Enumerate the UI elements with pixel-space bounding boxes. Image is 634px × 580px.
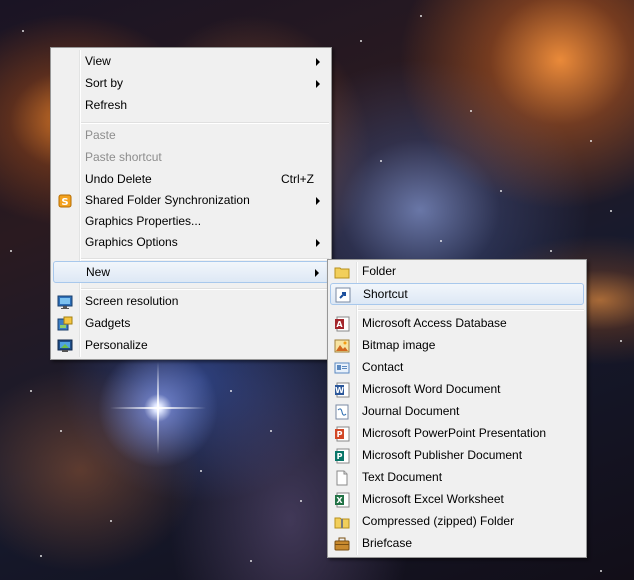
submenu-item-briefcase[interactable]: Briefcase — [330, 533, 584, 555]
submenu-item-contact[interactable]: Contact — [330, 357, 584, 379]
submenu-arrow-icon — [316, 80, 320, 88]
menu-item-label: Briefcase — [362, 536, 413, 550]
menu-item-label: Microsoft PowerPoint Presentation — [362, 426, 547, 440]
submenu-arrow-icon — [316, 197, 320, 205]
shortcut-icon — [335, 287, 351, 303]
folder-icon — [334, 264, 350, 280]
menu-item-accelerator: Ctrl+Z — [281, 172, 314, 186]
submenu-arrow-icon — [316, 239, 320, 247]
menu-item-shared-folder-sync[interactable]: S Shared Folder Synchronization — [53, 190, 329, 212]
screen-resolution-icon — [57, 294, 73, 310]
contact-icon — [334, 360, 350, 376]
powerpoint-icon: P — [334, 426, 350, 442]
new-submenu: Folder Shortcut A Microsoft Access Datab… — [327, 259, 587, 558]
submenu-item-folder[interactable]: Folder — [330, 261, 584, 283]
svg-text:P: P — [337, 452, 343, 461]
menu-item-label: Gadgets — [85, 316, 131, 330]
menu-item-label: Compressed (zipped) Folder — [362, 514, 515, 528]
menu-item-label: Personalize — [85, 338, 148, 352]
menu-item-label: Screen resolution — [85, 294, 179, 308]
submenu-item-word-document[interactable]: W Microsoft Word Document — [330, 379, 584, 401]
personalize-icon — [57, 338, 73, 354]
menu-item-personalize[interactable]: Personalize — [53, 335, 329, 357]
menu-item-label: Microsoft Access Database — [362, 316, 507, 330]
submenu-item-powerpoint-presentation[interactable]: P Microsoft PowerPoint Presentation — [330, 423, 584, 445]
menu-item-label: Paste shortcut — [85, 150, 162, 164]
submenu-item-publisher-document[interactable]: P Microsoft Publisher Document — [330, 445, 584, 467]
menu-item-view[interactable]: View — [53, 51, 329, 73]
word-icon: W — [334, 382, 350, 398]
submenu-item-access-database[interactable]: A Microsoft Access Database — [330, 313, 584, 335]
zip-folder-icon — [334, 514, 350, 530]
submenu-item-journal-document[interactable]: Journal Document — [330, 401, 584, 423]
menu-item-graphics-options[interactable]: Graphics Options — [53, 232, 329, 254]
menu-item-undo-delete[interactable]: Undo Delete Ctrl+Z — [53, 169, 329, 191]
svg-text:P: P — [337, 430, 343, 439]
menu-item-label: View — [85, 54, 111, 68]
submenu-arrow-icon — [316, 58, 320, 66]
text-document-icon — [334, 470, 350, 486]
menu-item-label: Contact — [362, 360, 404, 374]
menu-item-label: Journal Document — [362, 404, 460, 418]
menu-separator — [358, 309, 584, 311]
svg-text:X: X — [336, 496, 343, 505]
svg-text:W: W — [335, 386, 344, 395]
access-icon: A — [334, 316, 350, 332]
submenu-item-excel-worksheet[interactable]: X Microsoft Excel Worksheet — [330, 489, 584, 511]
excel-icon: X — [334, 492, 350, 508]
menu-separator — [81, 288, 329, 290]
menu-item-label: Text Document — [362, 470, 443, 484]
shared-folder-sync-icon: S — [57, 193, 73, 209]
menu-item-label: Refresh — [85, 98, 128, 112]
menu-separator — [81, 122, 329, 124]
menu-separator — [81, 258, 329, 260]
menu-item-label: Microsoft Excel Worksheet — [362, 492, 504, 506]
menu-item-label: Graphics Options — [85, 235, 178, 249]
menu-item-new[interactable]: New — [53, 261, 329, 283]
menu-item-label: Undo Delete — [85, 172, 152, 186]
menu-item-gadgets[interactable]: Gadgets — [53, 313, 329, 335]
menu-item-paste-shortcut[interactable]: Paste shortcut — [53, 147, 329, 169]
submenu-item-shortcut[interactable]: Shortcut — [330, 283, 584, 305]
menu-item-sort-by[interactable]: Sort by — [53, 73, 329, 95]
menu-item-label: Shortcut — [363, 287, 408, 301]
desktop-context-menu: View Sort by Refresh Paste Paste shortcu… — [50, 47, 332, 360]
journal-icon — [334, 404, 350, 420]
menu-item-label: Sort by — [85, 76, 124, 90]
menu-item-graphics-properties[interactable]: Graphics Properties... — [53, 211, 329, 233]
menu-item-label: Microsoft Publisher Document — [362, 448, 523, 462]
publisher-icon: P — [334, 448, 350, 464]
menu-item-label: Folder — [362, 264, 397, 278]
menu-item-label: Microsoft Word Document — [362, 382, 501, 396]
menu-item-label: New — [86, 265, 111, 279]
menu-item-label: Paste — [85, 128, 116, 142]
svg-text:S: S — [61, 197, 68, 208]
menu-item-paste[interactable]: Paste — [53, 125, 329, 147]
menu-item-refresh[interactable]: Refresh — [53, 95, 329, 117]
briefcase-icon — [334, 536, 350, 552]
submenu-item-bitmap-image[interactable]: Bitmap image — [330, 335, 584, 357]
menu-item-label: Shared Folder Synchronization — [85, 193, 250, 207]
submenu-item-text-document[interactable]: Text Document — [330, 467, 584, 489]
menu-item-label: Bitmap image — [362, 338, 436, 352]
gadgets-icon — [57, 316, 73, 332]
submenu-arrow-icon — [315, 269, 319, 277]
menu-item-label: Graphics Properties... — [85, 214, 202, 228]
menu-item-screen-resolution[interactable]: Screen resolution — [53, 291, 329, 313]
svg-text:A: A — [336, 320, 343, 329]
submenu-item-zip-folder[interactable]: Compressed (zipped) Folder — [330, 511, 584, 533]
bitmap-icon — [334, 338, 350, 354]
